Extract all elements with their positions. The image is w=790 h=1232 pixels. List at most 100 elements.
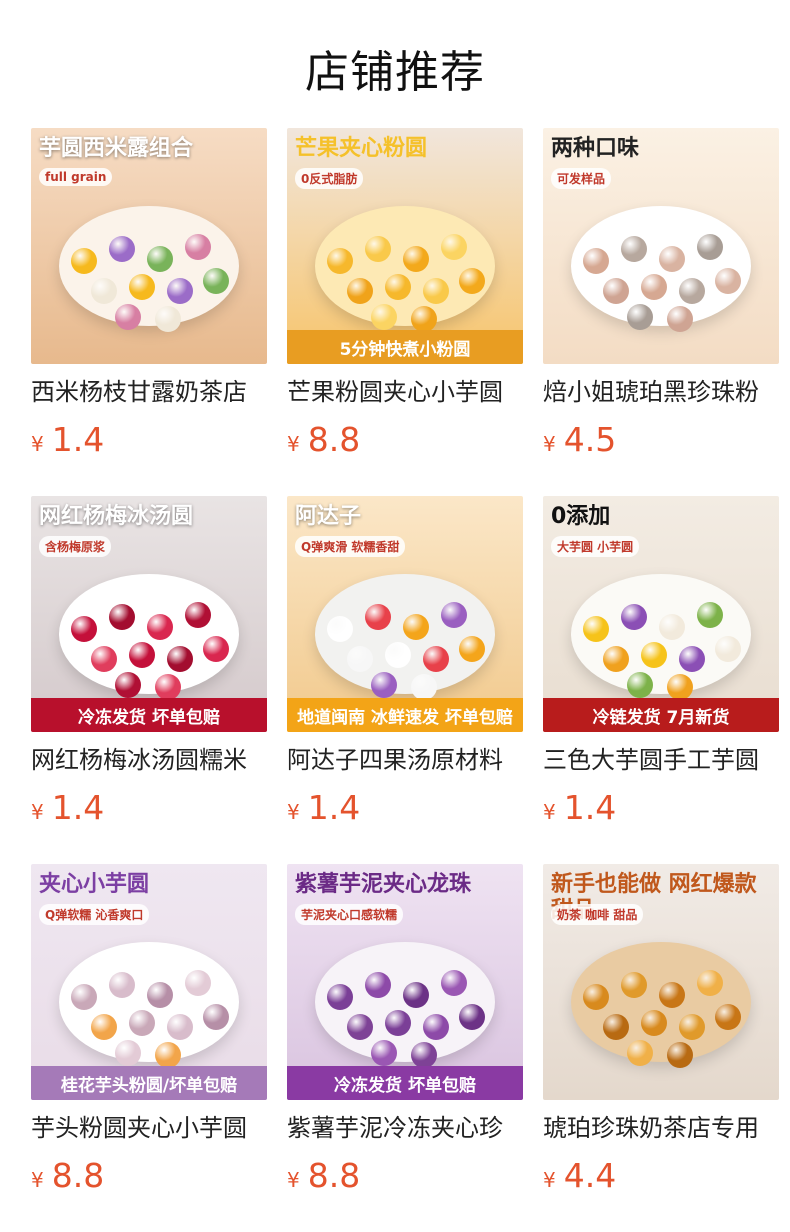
dessert-ball-shape — [115, 304, 141, 330]
dessert-ball-shape — [697, 234, 723, 260]
product-price: ¥4.4 — [543, 1156, 779, 1195]
product-image-headline: 阿达子 — [295, 504, 362, 529]
product-name[interactable]: 芋头粉圆夹心小芋圆 — [31, 1114, 267, 1142]
dessert-ball-shape — [185, 970, 211, 996]
product-card[interactable]: 新手也能做 网红爆款甜品奶茶 咖啡 甜品琥珀珍珠奶茶店专用 ¥4.4 — [543, 864, 779, 1232]
product-image-banner: 冷冻发货 坏单包赔 — [31, 698, 267, 732]
dessert-ball-shape — [167, 1014, 193, 1040]
dessert-ball-shape — [109, 972, 135, 998]
dessert-ball-shape — [715, 636, 741, 662]
currency-symbol: ¥ — [31, 800, 44, 824]
product-name[interactable]: 芒果粉圆夹心小芋圆 — [287, 378, 523, 406]
product-name[interactable]: 焙小姐琥珀黑珍珠粉 — [543, 378, 779, 406]
product-card[interactable]: 芋圆西米露组合 full grain 西米杨枝甘露奶茶店 ¥1.4 — [31, 128, 267, 496]
product-card[interactable]: 0添加 大芋圆 小芋圆 冷链发货 7月新货三色大芋圆手工芋圆 ¥1.4 — [543, 496, 779, 864]
product-price: ¥1.4 — [31, 788, 267, 827]
dessert-ball-shape — [327, 984, 353, 1010]
price-value: 4.4 — [563, 1156, 617, 1195]
dessert-ball-shape — [583, 984, 609, 1010]
product-name[interactable]: 琥珀珍珠奶茶店专用 — [543, 1114, 779, 1142]
dessert-ball-shape — [679, 278, 705, 304]
dessert-ball-shape — [621, 972, 647, 998]
dessert-ball-shape — [71, 984, 97, 1010]
currency-symbol: ¥ — [543, 1168, 556, 1192]
product-image[interactable]: 0添加 大芋圆 小芋圆 冷链发货 7月新货 — [543, 496, 779, 732]
product-card[interactable]: 夹心小芋圆 Q弹软糯 沁香爽口 桂花芋头粉圆/坏单包赔芋头粉圆夹心小芋圆 ¥8.8 — [31, 864, 267, 1232]
product-image-banner: 5分钟快煮小粉圆 — [287, 330, 523, 364]
dessert-ball-shape — [423, 1014, 449, 1040]
dessert-ball-shape — [327, 248, 353, 274]
dessert-ball-shape — [347, 278, 373, 304]
dessert-ball-shape — [129, 1010, 155, 1036]
product-image-headline: 两种口味 — [551, 136, 640, 161]
dessert-ball-shape — [667, 674, 693, 700]
dessert-ball-shape — [365, 604, 391, 630]
dessert-ball-shape — [423, 646, 449, 672]
dessert-ball-shape — [185, 602, 211, 628]
dessert-ball-shape — [403, 246, 429, 272]
product-card[interactable]: 两种口味 可发样品焙小姐琥珀黑珍珠粉 ¥4.5 — [543, 128, 779, 496]
product-image[interactable]: 阿达子 Q弹爽滑 软糯香甜 地道闽南 冰鲜速发 坏单包赔 — [287, 496, 523, 732]
product-name[interactable]: 阿达子四果汤原材料 — [287, 746, 523, 774]
dessert-ball-shape — [715, 1004, 741, 1030]
price-value: 1.4 — [51, 788, 105, 827]
product-price: ¥8.8 — [31, 1156, 267, 1195]
product-name[interactable]: 三色大芋圆手工芋圆 — [543, 746, 779, 774]
dessert-ball-shape — [403, 982, 429, 1008]
currency-symbol: ¥ — [287, 1168, 300, 1192]
product-image[interactable]: 芋圆西米露组合 full grain — [31, 128, 267, 364]
dessert-ball-shape — [385, 642, 411, 668]
dessert-ball-shape — [715, 268, 741, 294]
product-price: ¥8.8 — [287, 420, 523, 459]
dessert-ball-shape — [667, 1042, 693, 1068]
store-recommendations-page: 店铺推荐 芋圆西米露组合 full grain 西米杨枝甘露奶茶店 ¥1.4 芒果夹心粉… — [0, 0, 790, 1232]
dessert-ball-shape — [91, 278, 117, 304]
product-image[interactable]: 两种口味 可发样品 — [543, 128, 779, 364]
dessert-ball-shape — [621, 236, 647, 262]
dessert-ball-shape — [627, 1040, 653, 1066]
dessert-ball-shape — [155, 306, 181, 332]
product-name[interactable]: 西米杨枝甘露奶茶店 — [31, 378, 267, 406]
currency-symbol: ¥ — [543, 800, 556, 824]
dessert-ball-shape — [147, 246, 173, 272]
dessert-ball-shape — [155, 674, 181, 700]
product-image[interactable]: 夹心小芋圆 Q弹软糯 沁香爽口 桂花芋头粉圆/坏单包赔 — [31, 864, 267, 1100]
product-image-headline: 0添加 — [551, 504, 611, 529]
price-value: 4.5 — [563, 420, 617, 459]
dessert-ball-shape — [627, 304, 653, 330]
dessert-ball-shape — [347, 646, 373, 672]
dessert-ball-shape — [129, 642, 155, 668]
dessert-ball-shape — [129, 274, 155, 300]
product-image-subtitle: Q弹软糯 沁香爽口 — [39, 904, 150, 925]
product-image[interactable]: 新手也能做 网红爆款甜品奶茶 咖啡 甜品 — [543, 864, 779, 1100]
product-price: ¥1.4 — [543, 788, 779, 827]
dessert-ball-shape — [109, 604, 135, 630]
dessert-ball-shape — [459, 1004, 485, 1030]
dessert-ball-shape — [621, 604, 647, 630]
dessert-ball-shape — [659, 982, 685, 1008]
dessert-ball-shape — [641, 274, 667, 300]
product-price: ¥8.8 — [287, 1156, 523, 1195]
dessert-ball-shape — [327, 616, 353, 642]
product-image-subtitle: Q弹爽滑 软糯香甜 — [295, 536, 406, 557]
product-card[interactable]: 阿达子 Q弹爽滑 软糯香甜 地道闽南 冰鲜速发 坏单包赔 阿达子四果汤原材料 ¥1.4 — [287, 496, 523, 864]
dessert-ball-shape — [403, 614, 429, 640]
product-image-banner: 冷冻发货 坏单包赔 — [287, 1066, 523, 1100]
dessert-ball-shape — [441, 234, 467, 260]
dessert-ball-shape — [641, 642, 667, 668]
product-image[interactable]: 网红杨梅冰汤圆 含杨梅原浆 冷冻发货 坏单包赔 — [31, 496, 267, 732]
product-image-subtitle: 奶茶 咖啡 甜品 — [551, 904, 644, 925]
product-card[interactable]: 紫薯芋泥夹心龙珠 芋泥夹心口感软糯 冷冻发货 坏单包赔紫薯芋泥冷冻夹心珍 ¥8.8 — [287, 864, 523, 1232]
product-image[interactable]: 芒果夹心粉圆 0反式脂肪 5分钟快煮小粉圆 — [287, 128, 523, 364]
dessert-ball-shape — [91, 646, 117, 672]
product-price: ¥4.5 — [543, 420, 779, 459]
product-name[interactable]: 紫薯芋泥冷冻夹心珍 — [287, 1114, 523, 1142]
product-card[interactable]: 芒果夹心粉圆 0反式脂肪 5分钟快煮小粉圆芒果粉圆夹心小芋圆 ¥8.8 — [287, 128, 523, 496]
dessert-ball-shape — [459, 636, 485, 662]
dessert-ball-shape — [603, 278, 629, 304]
dessert-ball-shape — [697, 602, 723, 628]
product-card[interactable]: 网红杨梅冰汤圆 含杨梅原浆 冷冻发货 坏单包赔网红杨梅冰汤圆糯米 ¥1.4 — [31, 496, 267, 864]
product-image[interactable]: 紫薯芋泥夹心龙珠 芋泥夹心口感软糯 冷冻发货 坏单包赔 — [287, 864, 523, 1100]
product-name[interactable]: 网红杨梅冰汤圆糯米 — [31, 746, 267, 774]
currency-symbol: ¥ — [31, 1168, 44, 1192]
